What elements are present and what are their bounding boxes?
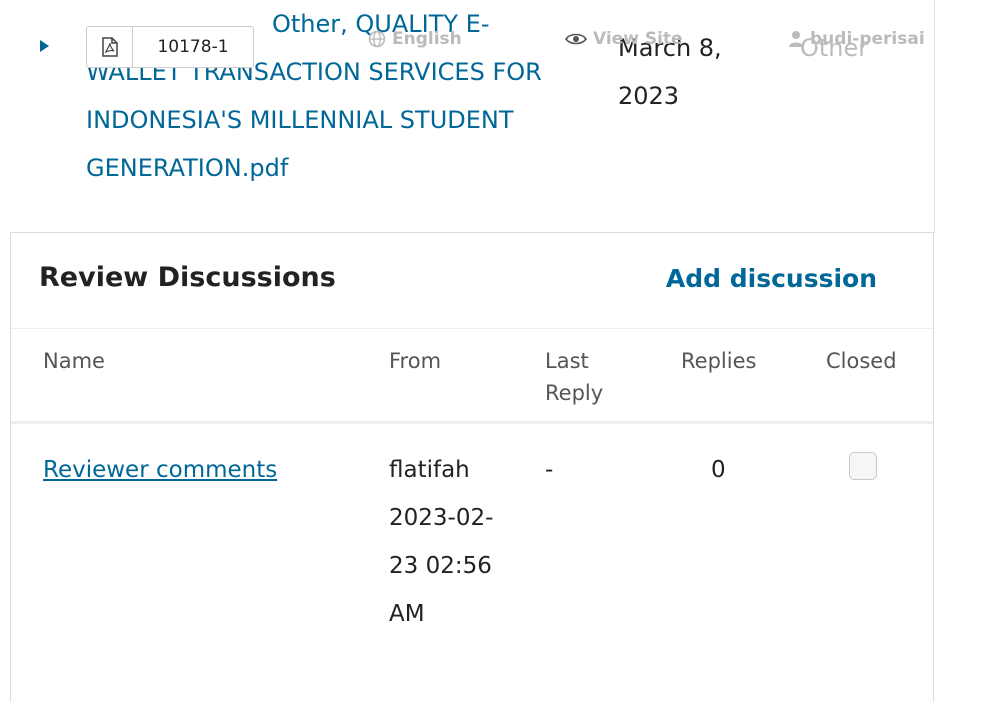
panel-title: Review Discussions (39, 262, 336, 293)
language-menu[interactable]: English (368, 26, 462, 52)
file-id: 10178-1 (157, 37, 229, 57)
column-header-last-reply[interactable]: Last Reply (545, 345, 635, 409)
add-discussion-button[interactable]: Add discussion (666, 264, 877, 293)
discussion-from: flatifah 2023-02-23 02:56 AM (389, 457, 494, 627)
username: budi-perisai (810, 29, 925, 49)
discussion-last-reply: - (545, 457, 554, 483)
discussion-replies: 0 (711, 457, 726, 483)
closed-checkbox[interactable] (849, 452, 877, 480)
review-discussions-panel: Review Discussions Add discussion Name F… (10, 232, 934, 702)
column-header-from[interactable]: From (389, 345, 441, 377)
column-header-name[interactable]: Name (43, 345, 105, 377)
user-menu[interactable]: budi-perisai (788, 26, 925, 52)
language-label: English (392, 29, 462, 49)
expand-row-icon[interactable] (40, 40, 49, 52)
pdf-file-icon (87, 27, 133, 67)
globe-icon (368, 30, 386, 48)
table-row: Reviewer comments flatifah 2023-02-23 02… (11, 424, 933, 704)
view-site-label: View Site (593, 29, 683, 49)
column-header-replies[interactable]: Replies (681, 345, 756, 377)
user-icon (789, 31, 803, 47)
view-site-link[interactable]: View Site (565, 26, 683, 52)
file-id-badge: 10178-1 (86, 26, 254, 68)
table-header: Name From Last Reply Replies Closed (11, 328, 933, 424)
column-header-closed[interactable]: Closed (826, 345, 897, 377)
eye-icon (565, 33, 587, 45)
discussion-name-link[interactable]: Reviewer comments (43, 446, 277, 494)
